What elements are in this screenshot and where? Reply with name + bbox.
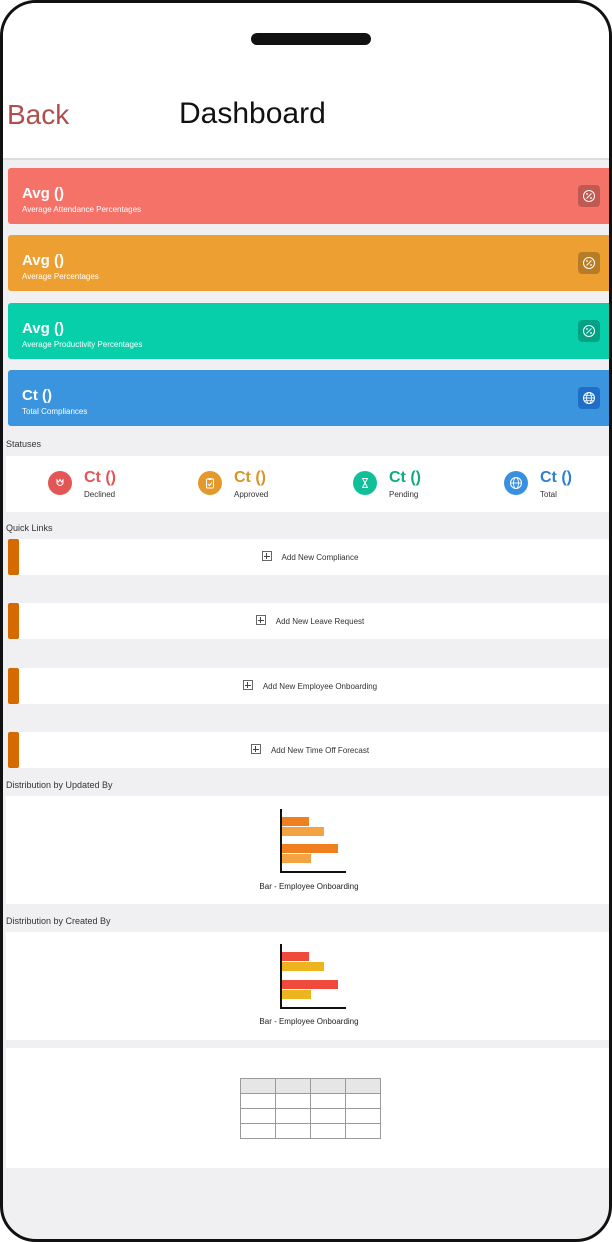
tulip-icon <box>48 471 72 495</box>
percent-icon <box>578 320 600 342</box>
phone-notch <box>251 33 371 45</box>
table-card[interactable] <box>6 1048 609 1168</box>
kpi-card-productivity[interactable]: Avg () Average Productivity Percentages <box>8 303 609 359</box>
chart-bar <box>282 952 309 961</box>
hourglass-icon <box>353 471 377 495</box>
table-placeholder-icon <box>240 1078 381 1139</box>
status-value: Ct () <box>84 469 116 486</box>
clipboard-icon <box>198 471 222 495</box>
kpi-value: Avg () <box>22 320 64 337</box>
back-button[interactable]: Back <box>7 99 69 131</box>
status-value: Ct () <box>389 469 421 486</box>
quick-link-label: Add New Compliance <box>281 553 359 562</box>
chart-bar <box>282 827 324 836</box>
chart-bar <box>282 817 309 826</box>
phone-frame: Back Dashboard Avg () Average Attendance… <box>0 0 612 1242</box>
kpi-card-attendance[interactable]: Avg () Average Attendance Percentages <box>8 168 609 224</box>
chart-card-updated-by[interactable]: Bar - Employee Onboarding <box>6 796 609 904</box>
plus-square-icon <box>255 615 266 625</box>
chart-card-created-by[interactable]: Bar - Employee Onboarding <box>6 932 609 1040</box>
quick-link-add-compliance[interactable]: Add New Compliance <box>8 539 609 575</box>
kpi-description: Average Productivity Percentages <box>22 340 143 349</box>
percent-icon <box>578 185 600 207</box>
kpi-card-compliances[interactable]: Ct () Total Compliances <box>8 370 609 426</box>
bar-chart-placeholder-icon <box>280 809 346 873</box>
quick-link-label: Add New Employee Onboarding <box>262 682 378 691</box>
chart-section-label: Distribution by Updated By <box>6 780 113 790</box>
status-label: Pending <box>389 490 419 499</box>
status-value: Ct () <box>234 469 266 486</box>
plus-square-icon <box>242 680 253 690</box>
chart-caption: Bar - Employee Onboarding <box>259 1017 359 1026</box>
page-title: Dashboard <box>179 97 326 130</box>
kpi-card-percentages[interactable]: Avg () Average Percentages <box>8 235 609 291</box>
quick-link-label: Add New Time Off Forecast <box>270 746 370 755</box>
chart-bar <box>282 962 324 971</box>
status-label: Total <box>540 490 557 499</box>
globe-icon <box>578 387 600 409</box>
kpi-value: Ct () <box>22 387 52 404</box>
statuses-label: Statuses <box>6 439 42 449</box>
status-value: Ct () <box>540 469 572 486</box>
statuses-panel: Ct () Declined Ct () Approved Ct () Pend… <box>6 456 609 512</box>
app-header: Back Dashboard <box>3 3 609 160</box>
kpi-value: Avg () <box>22 185 64 202</box>
quick-links-label: Quick Links <box>6 523 53 533</box>
chart-bar <box>282 854 311 863</box>
kpi-value: Avg () <box>22 252 64 269</box>
status-label: Declined <box>84 490 116 499</box>
chart-caption: Bar - Employee Onboarding <box>259 882 359 891</box>
quick-link-add-time-off-forecast[interactable]: Add New Time Off Forecast <box>8 732 609 768</box>
kpi-description: Average Attendance Percentages <box>22 205 142 214</box>
plus-square-icon <box>250 744 261 754</box>
kpi-description: Average Percentages <box>22 272 99 281</box>
globe-icon <box>504 471 528 495</box>
chart-bar <box>282 844 338 853</box>
chart-bar <box>282 980 338 989</box>
quick-link-add-leave-request[interactable]: Add New Leave Request <box>8 603 609 639</box>
plus-square-icon <box>261 551 272 561</box>
chart-section-label: Distribution by Created By <box>6 916 111 926</box>
quick-link-label: Add New Leave Request <box>275 617 365 626</box>
bar-chart-placeholder-icon <box>280 944 346 1009</box>
quick-link-add-employee-onboarding[interactable]: Add New Employee Onboarding <box>8 668 609 704</box>
status-label: Approved <box>234 490 269 499</box>
chart-bar <box>282 990 311 999</box>
percent-icon <box>578 252 600 274</box>
kpi-description: Total Compliances <box>22 407 88 416</box>
